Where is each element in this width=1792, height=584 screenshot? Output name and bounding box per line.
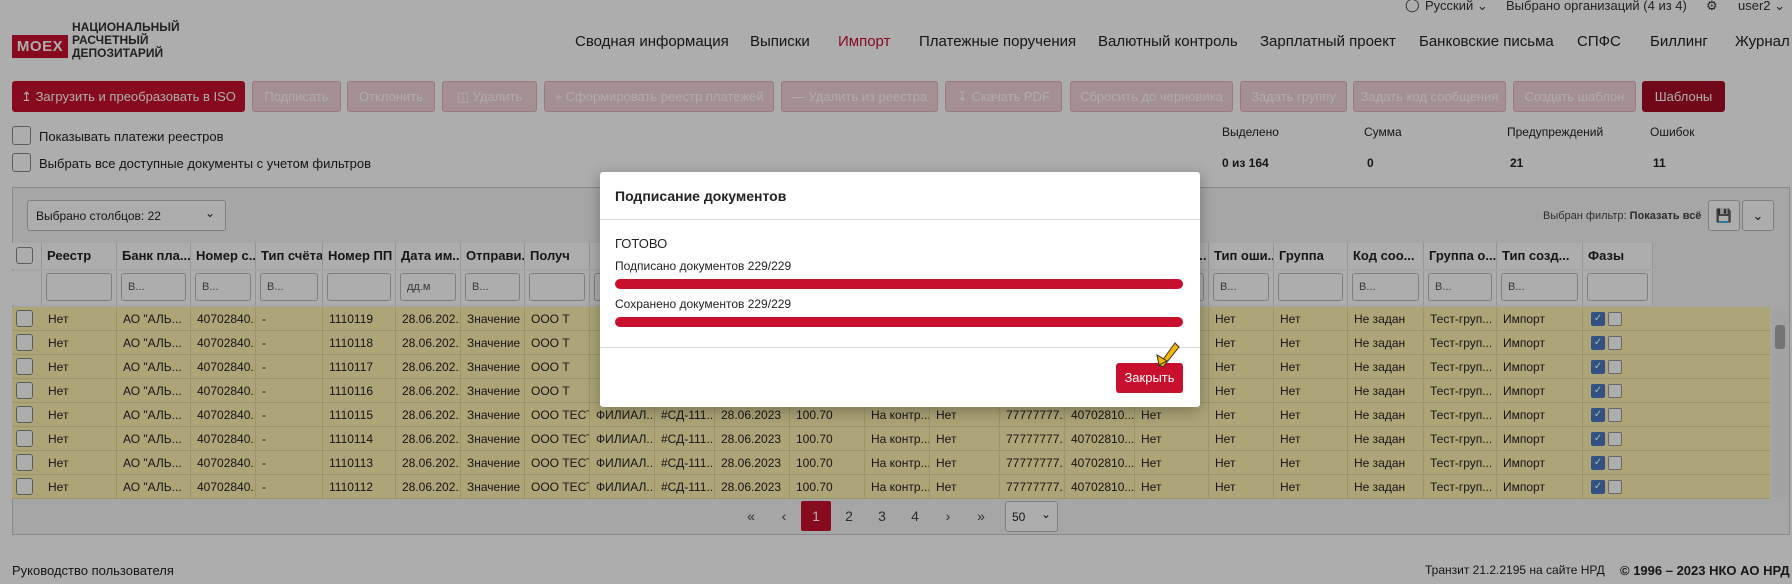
cursor-arrow-icon xyxy=(1156,342,1180,368)
signed-progress-bar xyxy=(615,279,1183,289)
signing-modal: Подписание документов ГОТОВО Подписано д… xyxy=(600,172,1200,407)
modal-divider xyxy=(600,347,1200,348)
saved-count: Сохранено документов 229/229 xyxy=(615,297,792,311)
modal-divider xyxy=(600,219,1200,220)
modal-title: Подписание документов xyxy=(615,188,787,204)
modal-status: ГОТОВО xyxy=(615,236,668,251)
saved-progress-bar xyxy=(615,317,1183,327)
signed-count: Подписано документов 229/229 xyxy=(615,259,792,273)
